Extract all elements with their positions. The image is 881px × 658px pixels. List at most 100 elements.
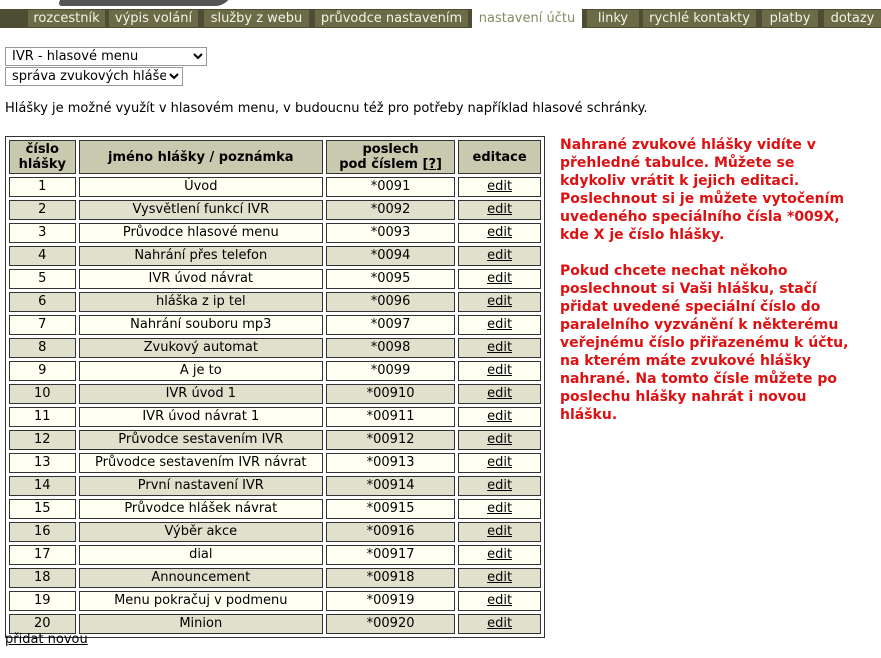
- cell-edit: edit: [458, 315, 541, 335]
- cell-code: *0091: [325, 177, 456, 197]
- table-row: 8 Zvukový automat *0098 edit: [9, 338, 541, 358]
- cell-name: Úvod: [78, 177, 323, 197]
- edit-link[interactable]: edit: [487, 317, 512, 332]
- cell-edit: edit: [458, 545, 541, 565]
- cell-name: dial: [78, 545, 323, 565]
- add-new-link[interactable]: přidat novou: [5, 632, 88, 647]
- cell-code: *0099: [325, 361, 456, 381]
- cell-edit: edit: [458, 292, 541, 312]
- cell-name: IVR úvod 1: [78, 384, 323, 404]
- edit-link[interactable]: edit: [487, 386, 512, 401]
- tab-platby[interactable]: platby: [762, 10, 818, 27]
- cell-edit: edit: [458, 476, 541, 496]
- edit-link[interactable]: edit: [487, 202, 512, 217]
- table-row: 2 Vysvětlení funkcí IVR *0092 edit: [9, 200, 541, 220]
- edit-link[interactable]: edit: [487, 179, 512, 194]
- cell-number: 14: [9, 476, 76, 496]
- tab-nastaveni-uctu[interactable]: nastavení účtu: [472, 9, 582, 28]
- cell-edit: edit: [458, 200, 541, 220]
- cell-name: Minion: [78, 614, 323, 634]
- cell-edit: edit: [458, 177, 541, 197]
- tab-sluzby-z-webu[interactable]: služby z webu: [204, 10, 309, 27]
- edit-link[interactable]: edit: [487, 593, 512, 608]
- table-row: 4 Nahrání přes telefon *0094 edit: [9, 246, 541, 266]
- edit-link[interactable]: edit: [487, 294, 512, 309]
- cell-code: *00915: [325, 499, 456, 519]
- cell-edit: edit: [458, 246, 541, 266]
- edit-link[interactable]: edit: [487, 432, 512, 447]
- tab-linky[interactable]: linky: [587, 10, 639, 27]
- edit-link[interactable]: edit: [487, 271, 512, 286]
- edit-link[interactable]: edit: [487, 225, 512, 240]
- cell-name: Průvodce sestavením IVR návrat: [78, 453, 323, 473]
- cell-number: 16: [9, 522, 76, 542]
- edit-link[interactable]: edit: [487, 409, 512, 424]
- table-row: 17 dial *00917 edit: [9, 545, 541, 565]
- cell-name: První nastavení IVR: [78, 476, 323, 496]
- cell-name: IVR úvod návrat 1: [78, 407, 323, 427]
- table-row: 12 Průvodce sestavením IVR *00912 edit: [9, 430, 541, 450]
- tab-rychle-kontakty[interactable]: rychlé kontakty: [643, 10, 756, 27]
- cell-edit: edit: [458, 361, 541, 381]
- header-listen-line2: pod číslem: [339, 157, 418, 172]
- cell-code: *0095: [325, 269, 456, 289]
- cell-edit: edit: [458, 568, 541, 588]
- edit-link[interactable]: edit: [487, 478, 512, 493]
- table-row: 6 hláška z ip tel *0096 edit: [9, 292, 541, 312]
- table-row: 18 Announcement *00918 edit: [9, 568, 541, 588]
- edit-link[interactable]: edit: [487, 524, 512, 539]
- edit-link[interactable]: edit: [487, 340, 512, 355]
- table-row: 10 IVR úvod 1 *00910 edit: [9, 384, 541, 404]
- tab-dotazy[interactable]: dotazy: [824, 10, 881, 27]
- cell-code: *00919: [325, 591, 456, 611]
- cell-number: 11: [9, 407, 76, 427]
- tab-pruvodce-nastavenim[interactable]: průvodce nastavením: [315, 10, 468, 27]
- cell-name: Průvodce hlášek návrat: [78, 499, 323, 519]
- section-select[interactable]: IVR - hlasové menu: [5, 47, 207, 66]
- cell-number: 2: [9, 200, 76, 220]
- cell-name: Výběr akce: [78, 522, 323, 542]
- cell-number: 19: [9, 591, 76, 611]
- cell-number: 9: [9, 361, 76, 381]
- cell-code: *00920: [325, 614, 456, 634]
- edit-link[interactable]: edit: [487, 455, 512, 470]
- cell-number: 3: [9, 223, 76, 243]
- table-row: 19 Menu pokračuj v podmenu *00919 edit: [9, 591, 541, 611]
- edit-link[interactable]: edit: [487, 616, 512, 631]
- cell-name: IVR úvod návrat: [78, 269, 323, 289]
- cell-number: 20: [9, 614, 76, 634]
- note-paragraph: Pokud chcete nechat někoho poslechnout s…: [560, 263, 849, 423]
- cell-name: Menu pokračuj v podmenu: [78, 591, 323, 611]
- header-edit: editace: [458, 140, 541, 174]
- cell-name: Nahrání přes telefon: [78, 246, 323, 266]
- table-row: 16 Výběr akce *00916 edit: [9, 522, 541, 542]
- edit-link[interactable]: edit: [487, 570, 512, 585]
- subsection-select[interactable]: správa zvukových hlášek: [5, 67, 183, 86]
- cell-name: Nahrání souboru mp3: [78, 315, 323, 335]
- table-row: 3 Průvodce hlasové menu *0093 edit: [9, 223, 541, 243]
- info-note: Nahrané zvukové hlášky vidíte v přehledn…: [560, 136, 860, 442]
- top-navigation: rozcestník výpis volání služby z webu pr…: [0, 0, 881, 28]
- cell-number: 5: [9, 269, 76, 289]
- cell-code: *00912: [325, 430, 456, 450]
- tab-vypis-volani[interactable]: výpis volání: [109, 10, 198, 27]
- table-header-row: číslo hlášky jméno hlášky / poznámka pos…: [9, 140, 541, 174]
- cell-code: *00910: [325, 384, 456, 404]
- cell-number: 10: [9, 384, 76, 404]
- edit-link[interactable]: edit: [487, 547, 512, 562]
- header-number-line1: číslo: [25, 142, 59, 157]
- tab-rozcestnik[interactable]: rozcestník: [28, 10, 105, 27]
- table-row: 5 IVR úvod návrat *0095 edit: [9, 269, 541, 289]
- cell-name: hláška z ip tel: [78, 292, 323, 312]
- edit-link[interactable]: edit: [487, 501, 512, 516]
- cell-code: *0094: [325, 246, 456, 266]
- edit-link[interactable]: edit: [487, 248, 512, 263]
- cell-code: *00914: [325, 476, 456, 496]
- cell-edit: edit: [458, 338, 541, 358]
- cell-edit: edit: [458, 591, 541, 611]
- header-name: jméno hlášky / poznámka: [78, 140, 323, 174]
- cell-edit: edit: [458, 499, 541, 519]
- cell-name: Vysvětlení funkcí IVR: [78, 200, 323, 220]
- edit-link[interactable]: edit: [487, 363, 512, 378]
- help-link[interactable]: ?: [428, 157, 436, 172]
